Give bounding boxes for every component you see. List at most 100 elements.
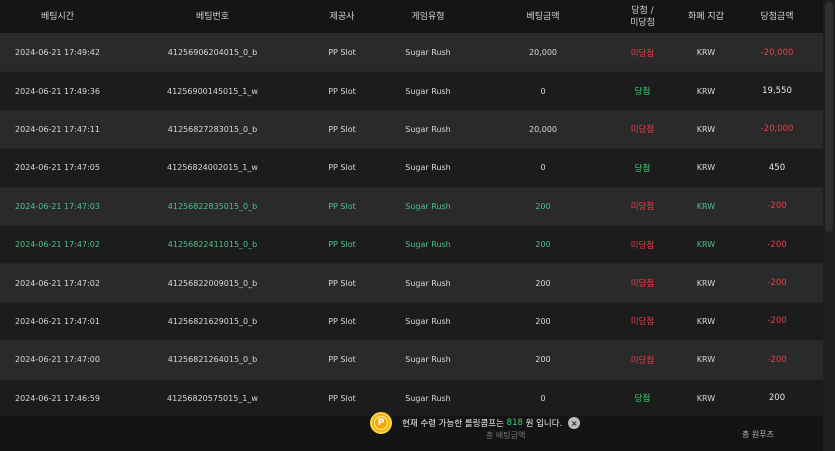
cell-payout: -200 xyxy=(767,316,787,327)
cell-game: Sugar Rush xyxy=(405,240,451,250)
cell-currency: KRW xyxy=(696,355,716,365)
header-currency: 화폐 지갑 xyxy=(688,11,724,22)
cell-payout: -200 xyxy=(767,354,787,365)
cell-result: 당첨 xyxy=(634,87,651,98)
cell-time: 2024-06-21 17:49:36 xyxy=(15,86,100,96)
table-row: 2024-06-21 17:47:01 41256821629015_0_b P… xyxy=(0,302,823,342)
cell-result: 당첨 xyxy=(634,163,651,174)
table-row: 2024-06-21 17:47:05 41256824002015_1_w P… xyxy=(0,149,823,188)
cell-result: 미당첨 xyxy=(630,48,655,59)
cell-game: Sugar Rush xyxy=(405,316,451,326)
header-bet-time: 베팅시간 xyxy=(40,11,75,22)
cell-currency: KRW xyxy=(696,48,716,58)
cell-result: 미당첨 xyxy=(630,202,655,213)
cell-game: Sugar Rush xyxy=(405,201,451,211)
cell-bet-no: 41256900145015_1_w xyxy=(167,86,258,96)
header-result-line2: 미당첨 xyxy=(630,17,655,28)
cell-game: Sugar Rush xyxy=(405,355,451,365)
cell-provider: PP Slot xyxy=(328,278,356,288)
cell-game: Sugar Rush xyxy=(405,163,451,173)
cell-amount: 200 xyxy=(535,316,551,326)
cell-provider: PP Slot xyxy=(328,316,356,326)
cell-payout: 450 xyxy=(768,162,786,173)
scrollbar-thumb[interactable] xyxy=(825,2,833,232)
cell-bet-no: 41256827283015_0_b xyxy=(167,124,258,134)
toast-points: 818 xyxy=(506,418,523,428)
toast-text-after: 원 입니다. xyxy=(525,419,563,429)
header-result: 당첨 / 미당첨 xyxy=(604,5,681,29)
cell-game: Sugar Rush xyxy=(405,393,451,403)
header-bet-amount: 베팅금액 xyxy=(526,11,560,22)
cell-game: Sugar Rush xyxy=(405,48,451,58)
cell-currency: KRW xyxy=(696,316,716,326)
point-coin-icon: P xyxy=(370,412,392,434)
close-icon[interactable]: × xyxy=(568,417,581,429)
cell-amount: 20,000 xyxy=(529,124,557,134)
cell-provider: PP Slot xyxy=(328,163,356,173)
cell-provider: PP Slot xyxy=(328,124,356,134)
header-provider: 제공사 xyxy=(329,11,355,22)
cell-provider: PP Slot xyxy=(328,355,356,365)
cell-amount: 20,000 xyxy=(529,48,557,58)
cell-payout: -20,000 xyxy=(760,124,794,135)
cell-currency: KRW xyxy=(696,393,716,403)
cell-bet-no: 41256906204015_0_b xyxy=(167,48,258,58)
cell-amount: 0 xyxy=(540,163,546,173)
cell-time: 2024-06-21 17:47:05 xyxy=(15,163,100,173)
cell-payout: -200 xyxy=(767,278,787,289)
cell-provider: PP Slot xyxy=(328,48,356,58)
cell-bet-no: 41256824002015_1_w xyxy=(167,163,258,173)
header-result-line1: 당첨 / xyxy=(631,5,654,16)
cell-payout: 200 xyxy=(768,393,786,404)
cell-currency: KRW xyxy=(696,240,716,250)
header-win-amount: 당첨금액 xyxy=(760,11,794,22)
cell-game: Sugar Rush xyxy=(405,86,451,96)
cell-bet-no: 41256822411015_0_b xyxy=(167,240,258,250)
header-bet-no: 베팅번호 xyxy=(195,11,230,22)
cell-game: Sugar Rush xyxy=(405,278,451,288)
cell-result: 미당첨 xyxy=(630,355,655,366)
table-row: 2024-06-21 17:49:36 41256900145015_1_w P… xyxy=(0,72,823,111)
cell-payout: -20,000 xyxy=(760,47,794,58)
table-row: 2024-06-21 17:47:03 41256822835015_0_b P… xyxy=(0,187,823,226)
table-row: 2024-06-21 17:47:02 41256822411015_0_b P… xyxy=(0,225,823,265)
cell-amount: 200 xyxy=(535,201,551,211)
cell-amount: 200 xyxy=(535,278,551,288)
table-row: 2024-06-21 17:47:11 41256827283015_0_b P… xyxy=(0,110,823,150)
cell-result: 당첨 xyxy=(634,394,651,405)
cell-result: 미당첨 xyxy=(630,240,655,251)
header-game-type: 게임유형 xyxy=(411,11,445,22)
cell-currency: KRW xyxy=(696,201,716,211)
cell-amount: 200 xyxy=(535,240,551,250)
cell-time: 2024-06-21 17:47:02 xyxy=(15,240,100,250)
cell-payout: 19,550 xyxy=(762,86,792,97)
cell-amount: 0 xyxy=(540,86,546,96)
bet-history-table: 베팅시간 베팅번호 제공사 게임유형 베팅금액 당첨 / 미당첨 화폐 지갑 당… xyxy=(0,0,823,418)
cell-bet-no: 41256822009015_0_b xyxy=(167,278,258,288)
cell-time: 2024-06-21 17:47:11 xyxy=(15,124,100,134)
cell-result: 미당첨 xyxy=(630,317,655,328)
cell-time: 2024-06-21 17:47:03 xyxy=(15,201,100,211)
table-row: 2024-06-21 17:49:42 41256906204015_0_b P… xyxy=(0,34,823,73)
cell-provider: PP Slot xyxy=(328,240,356,250)
cell-currency: KRW xyxy=(696,278,716,288)
cell-provider: PP Slot xyxy=(328,393,356,403)
table-header: 베팅시간 베팅번호 제공사 게임유형 베팅금액 당첨 / 미당첨 화폐 지갑 당… xyxy=(0,0,823,34)
coin-letter: P xyxy=(374,416,388,430)
cell-amount: 0 xyxy=(540,393,546,403)
cell-bet-no: 41256821629015_0_b xyxy=(167,316,258,326)
cell-bet-no: 41256820575015_1_w xyxy=(167,393,258,403)
cell-bet-no: 41256821264015_0_b xyxy=(167,355,258,365)
scrollbar[interactable] xyxy=(823,0,835,451)
cell-time: 2024-06-21 17:47:01 xyxy=(15,316,100,326)
cell-bet-no: 41256822835015_0_b xyxy=(167,201,258,211)
cell-provider: PP Slot xyxy=(328,86,356,96)
cell-currency: KRW xyxy=(696,163,716,173)
rolling-comp-toast: P 현재 수령 가능한 롤링콤프는 818 원 입니다. × xyxy=(370,409,581,437)
cell-time: 2024-06-21 17:46:59 xyxy=(15,393,100,403)
table-row: 2024-06-21 17:47:02 41256822009015_0_b P… xyxy=(0,264,823,303)
cell-time: 2024-06-21 17:47:00 xyxy=(15,355,100,365)
cell-amount: 200 xyxy=(535,355,551,365)
cell-currency: KRW xyxy=(696,124,716,134)
cell-game: Sugar Rush xyxy=(405,124,451,134)
